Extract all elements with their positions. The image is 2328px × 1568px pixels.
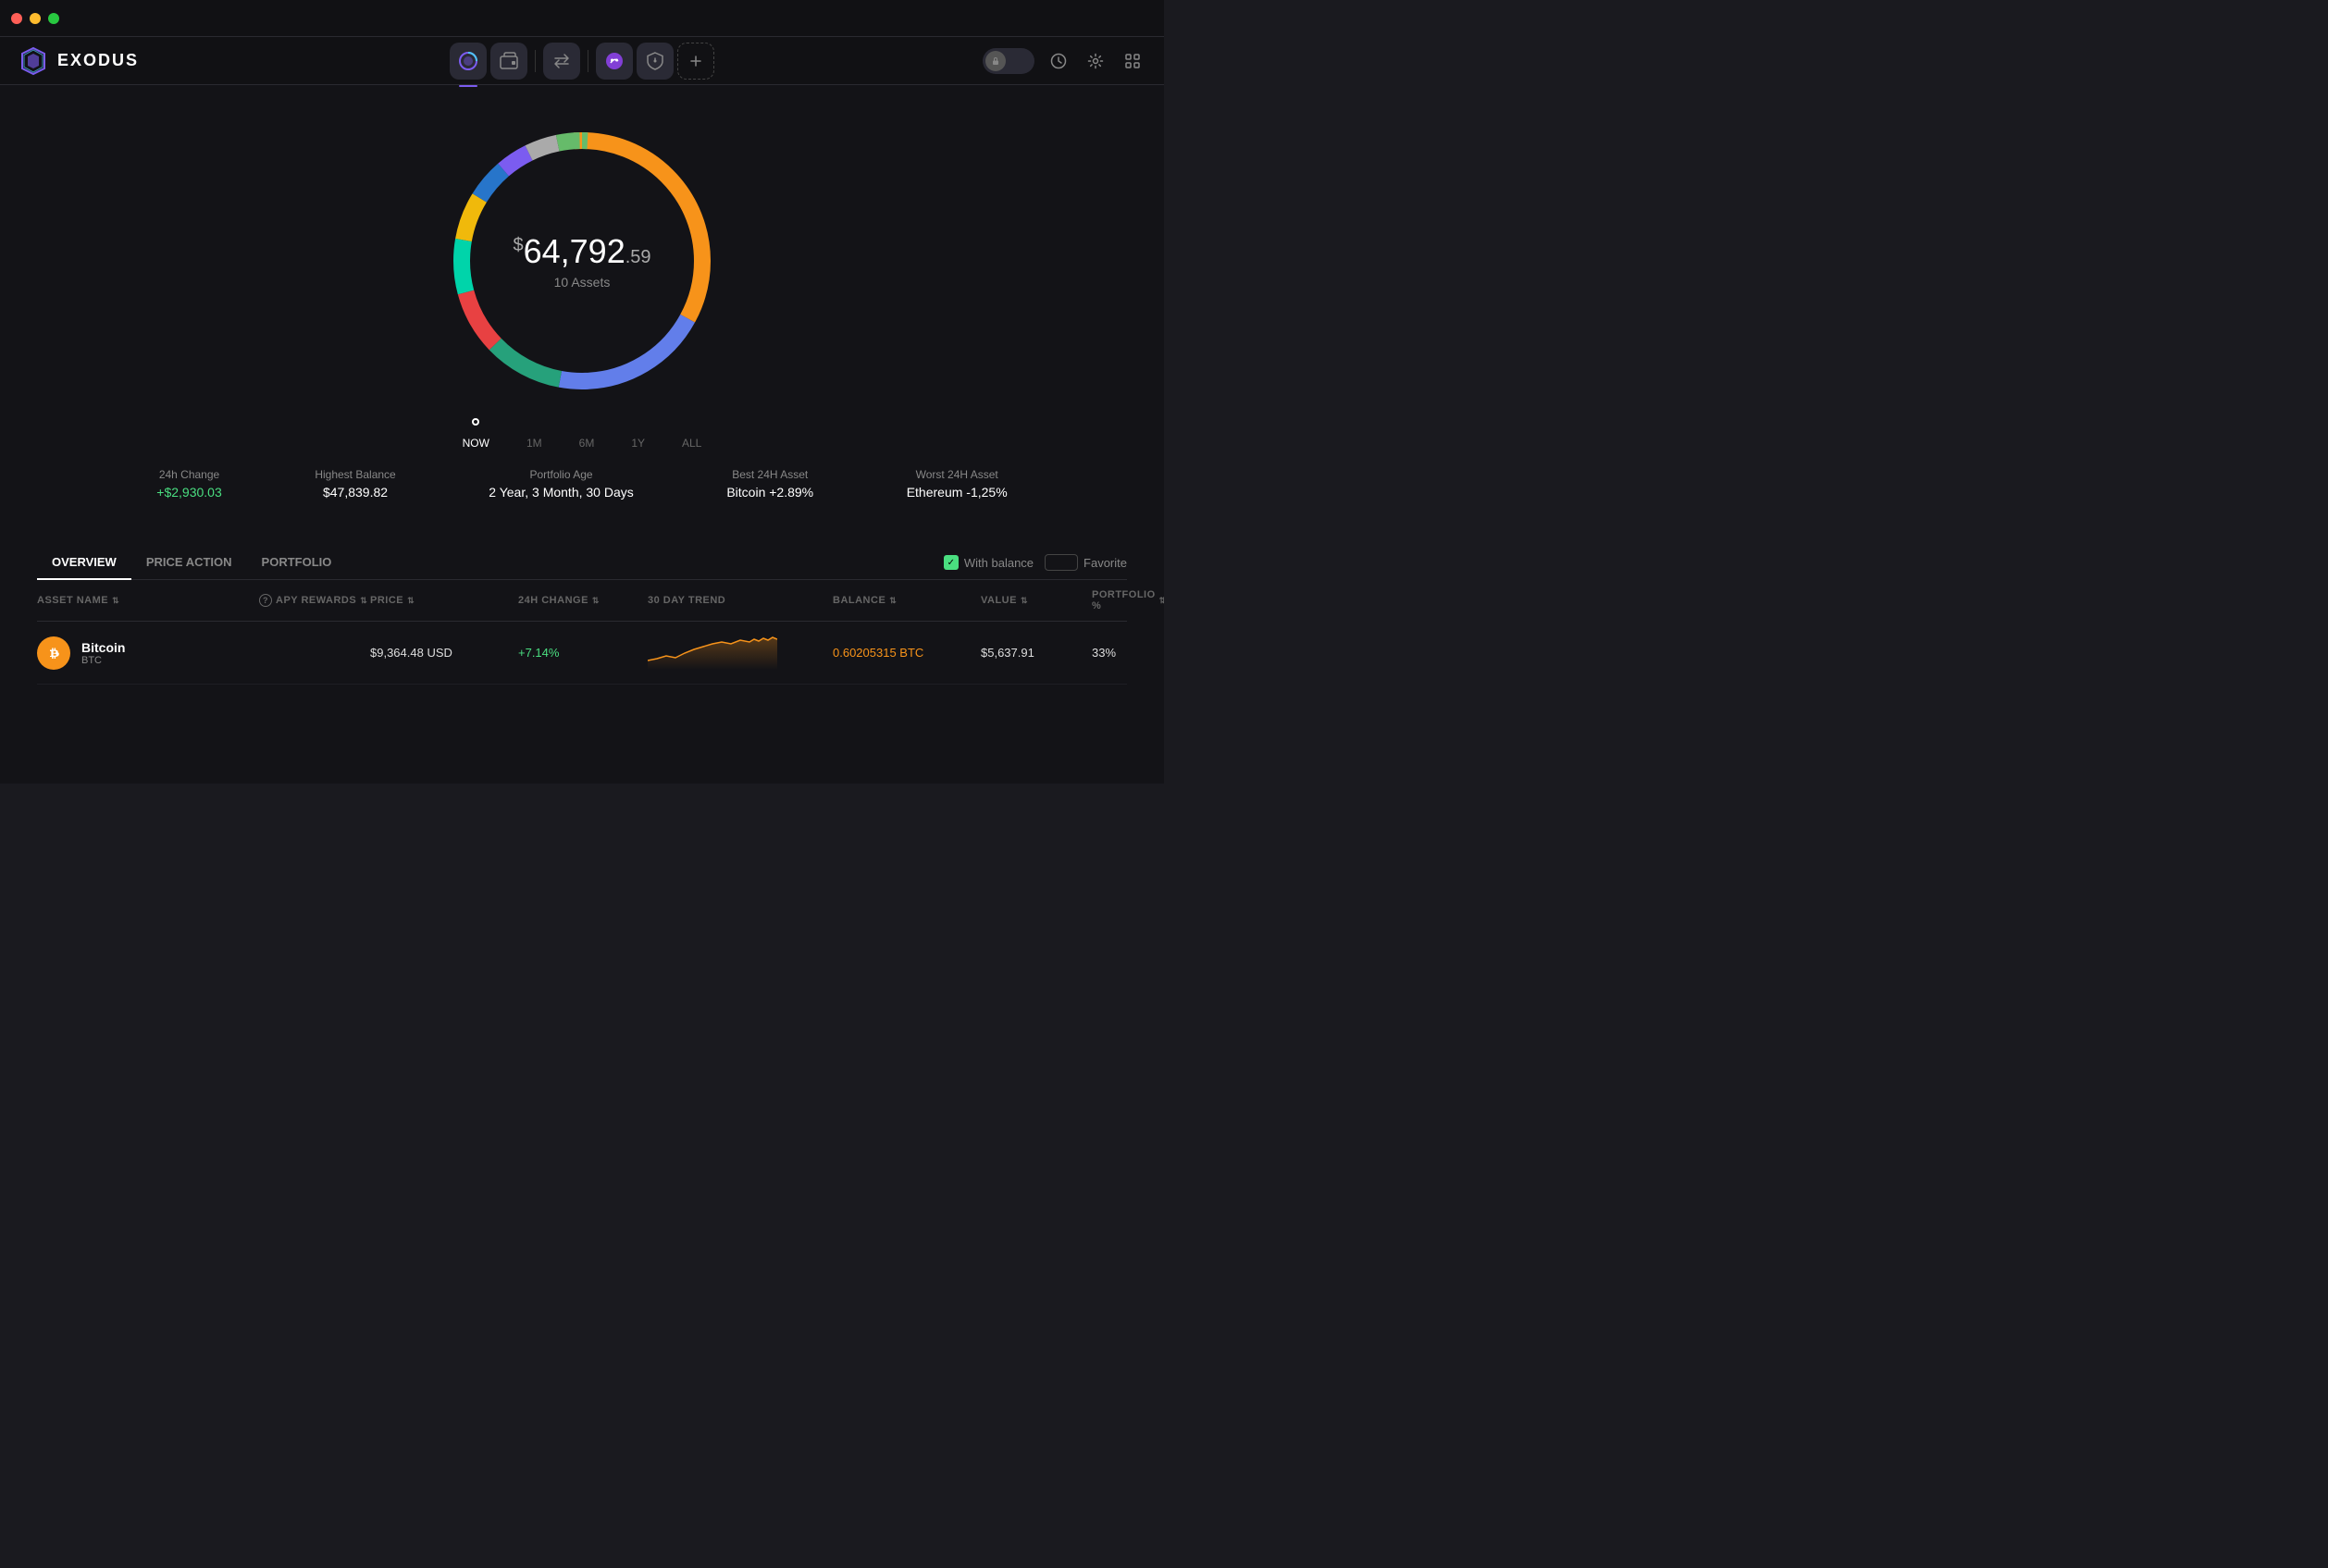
stat-label-highest: Highest Balance <box>315 468 395 481</box>
th-apy-rewards[interactable]: ? APY REWARDS ⇅ <box>259 589 370 611</box>
btc-value: $5,637.91 <box>981 646 1092 660</box>
tabs-row: OVERVIEW PRICE ACTION PORTFOLIO ✓ With b… <box>37 546 1127 580</box>
nav-divider-1 <box>535 50 536 72</box>
sort-icon-balance: ⇅ <box>889 596 897 606</box>
sort-icon-apy: ⇅ <box>360 596 367 606</box>
minimize-button[interactable] <box>30 13 41 24</box>
active-dot <box>472 418 479 426</box>
stat-label-age: Portfolio Age <box>489 468 633 481</box>
stat-highest-balance: Highest Balance $47,839.82 <box>315 468 395 500</box>
stat-worst-asset: Worst 24H Asset Ethereum -1,25% <box>907 468 1008 500</box>
with-balance-filter[interactable]: ✓ With balance <box>944 555 1034 570</box>
favorite-checkbox <box>1045 554 1078 571</box>
time-btn-all[interactable]: ALL <box>682 437 701 450</box>
table-controls: ✓ With balance Favorite <box>944 554 1127 571</box>
tab-price-action[interactable]: PRICE ACTION <box>131 546 247 580</box>
time-btn-now[interactable]: NOW <box>463 437 489 450</box>
history-icon[interactable] <box>1046 48 1071 74</box>
lock-toggle[interactable] <box>983 48 1034 74</box>
stat-value-age: 2 Year, 3 Month, 30 Days <box>489 485 633 500</box>
exodus-logo-icon <box>19 46 48 76</box>
btc-name: Bitcoin <box>81 640 125 655</box>
stat-best-asset: Best 24H Asset Bitcoin +2.89% <box>726 468 813 500</box>
main-content: $64,792.59 10 Assets NOW 1M 6M 1Y ALL <box>0 85 1164 784</box>
btc-sparkline <box>648 633 777 670</box>
tab-portfolio[interactable]: PORTFOLIO <box>247 546 347 580</box>
th-portfolio-pct[interactable]: PORTFOLIO % ⇅ <box>1092 589 1164 611</box>
portfolio-cents: .59 <box>625 247 651 267</box>
th-asset-name[interactable]: ASSET NAME ⇅ <box>37 589 259 611</box>
nav-exchange-btn[interactable] <box>543 43 580 80</box>
table-section: OVERVIEW PRICE ACTION PORTFOLIO ✓ With b… <box>0 546 1164 685</box>
close-button[interactable] <box>11 13 22 24</box>
stat-label-worst: Worst 24H Asset <box>907 468 1008 481</box>
btc-ticker: BTC <box>81 655 125 666</box>
stat-label-best: Best 24H Asset <box>726 468 813 481</box>
topnav: EXODUS <box>0 37 1164 85</box>
settings-icon[interactable] <box>1083 48 1108 74</box>
stat-label-24h: 24h Change <box>156 468 221 481</box>
sort-icon-portfolio: ⇅ <box>1159 596 1164 606</box>
sort-icon-change: ⇅ <box>592 596 600 606</box>
nav-center <box>450 43 714 80</box>
btc-icon <box>37 636 70 670</box>
th-24h-change[interactable]: 24H CHANGE ⇅ <box>518 589 648 611</box>
favorite-filter[interactable]: Favorite <box>1045 554 1127 571</box>
nav-phantom-btn[interactable] <box>596 43 633 80</box>
btc-change: +7.14% <box>518 646 648 660</box>
btc-portfolio-pct: 33% <box>1092 646 1164 660</box>
asset-count: 10 Assets <box>513 275 650 290</box>
currency-symbol: $ <box>513 235 523 255</box>
nav-wallet-btn[interactable] <box>490 43 527 80</box>
table-header: ASSET NAME ⇅ ? APY REWARDS ⇅ PRICE ⇅ 24H… <box>37 580 1127 622</box>
btc-balance: 0.60205315 BTC <box>833 646 981 660</box>
logo: EXODUS <box>19 46 139 76</box>
apy-info-icon: ? <box>259 594 272 607</box>
donut-chart: $64,792.59 10 Assets <box>434 113 730 409</box>
logo-text: EXODUS <box>57 51 139 70</box>
titlebar <box>0 0 1164 37</box>
lock-icon <box>985 51 1006 71</box>
time-btn-1y[interactable]: 1Y <box>631 437 645 450</box>
stats-row: 24h Change +$2,930.03 Highest Balance $4… <box>73 468 1091 500</box>
portfolio-section: $64,792.59 10 Assets NOW 1M 6M 1Y ALL <box>0 85 1164 527</box>
favorite-label: Favorite <box>1084 556 1127 570</box>
sort-icon-value: ⇅ <box>1021 596 1028 606</box>
stat-24h-change: 24h Change +$2,930.03 <box>156 468 221 500</box>
stat-value-best: Bitcoin +2.89% <box>726 485 813 500</box>
btc-price: $9,364.48 USD <box>370 646 518 660</box>
grid-icon[interactable] <box>1120 48 1145 74</box>
nav-portfolio-btn[interactable] <box>450 43 487 80</box>
check-icon: ✓ <box>944 555 959 570</box>
nav-right <box>983 48 1145 74</box>
tab-overview[interactable]: OVERVIEW <box>37 546 131 580</box>
th-balance[interactable]: BALANCE ⇅ <box>833 589 981 611</box>
stat-value-worst: Ethereum -1,25% <box>907 485 1008 500</box>
btc-names: Bitcoin BTC <box>81 640 125 666</box>
stat-value-24h: +$2,930.03 <box>156 485 221 500</box>
th-price[interactable]: PRICE ⇅ <box>370 589 518 611</box>
time-filter: NOW 1M 6M 1Y ALL <box>463 427 702 459</box>
table-row: Bitcoin BTC $9,364.48 USD +7.14% <box>37 622 1127 685</box>
th-value[interactable]: VALUE ⇅ <box>981 589 1092 611</box>
maximize-button[interactable] <box>48 13 59 24</box>
btc-trend-chart <box>648 633 833 673</box>
stat-value-highest: $47,839.82 <box>315 485 395 500</box>
with-balance-label: With balance <box>964 556 1034 570</box>
sort-icon-asset: ⇅ <box>112 596 119 606</box>
portfolio-value: $64,792.59 10 Assets <box>513 232 650 290</box>
nav-add-btn[interactable] <box>677 43 714 80</box>
portfolio-main-amount: 64,792 <box>524 232 625 270</box>
nav-shield-btn[interactable] <box>637 43 674 80</box>
time-btn-1m[interactable]: 1M <box>526 437 542 450</box>
th-30day-trend: 30 DAY TREND <box>648 589 833 611</box>
time-btn-6m[interactable]: 6M <box>579 437 595 450</box>
sort-icon-price: ⇅ <box>407 596 415 606</box>
asset-cell-btc: Bitcoin BTC <box>37 636 259 670</box>
stat-portfolio-age: Portfolio Age 2 Year, 3 Month, 30 Days <box>489 468 633 500</box>
